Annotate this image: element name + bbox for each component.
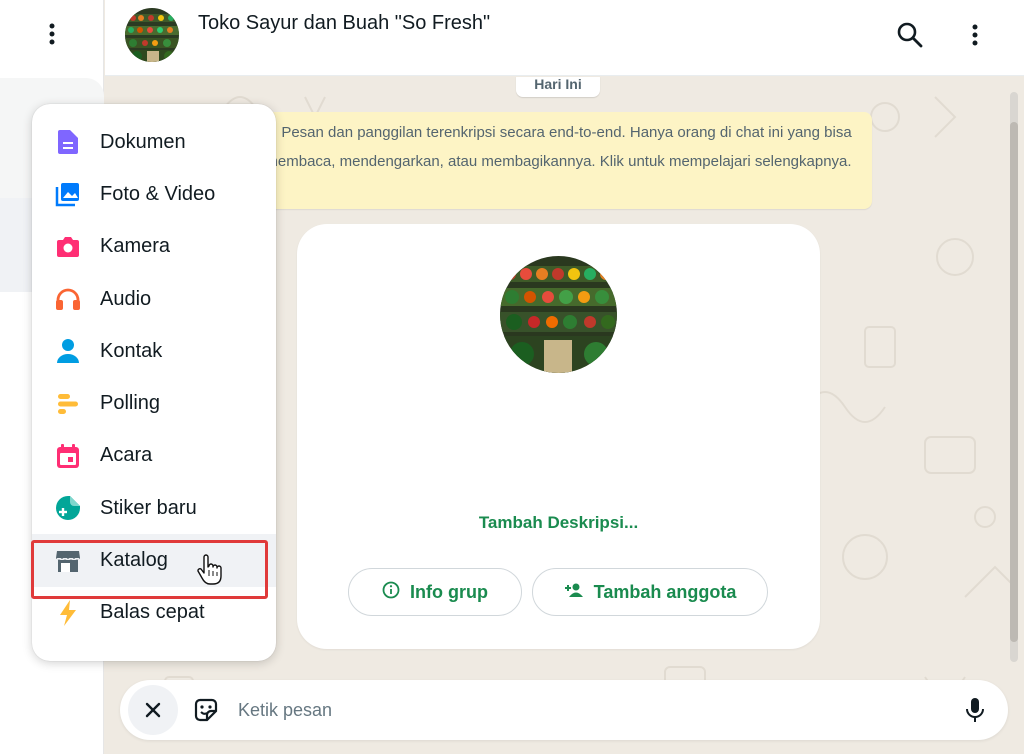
add-member-button[interactable]: Tambah anggota [532,568,768,616]
add-person-icon [564,582,584,603]
group-info-card: Tambah Deskripsi... Info grup Tambah ang… [297,224,820,649]
microphone-icon[interactable] [960,695,990,725]
menu-item-stiker-baru[interactable]: Stiker baru [32,482,276,534]
date-chip: Hari Ini [516,77,600,97]
document-icon [54,128,82,156]
scrollbar-thumb[interactable] [1010,122,1018,642]
menu-item-audio[interactable]: Audio [32,273,276,325]
message-input[interactable] [238,688,938,732]
menu-item-dokumen[interactable]: Dokumen [32,116,276,168]
menu-item-label: Stiker baru [100,496,197,519]
menu-item-label: Acara [100,444,153,467]
headphones-icon [54,285,82,313]
chat-header: Toko Sayur dan Buah "So Fresh" [105,0,1024,76]
lightning-icon [54,599,82,627]
menu-item-acara[interactable]: Acara [32,430,276,482]
group-info-button[interactable]: Info grup [348,568,522,616]
camera-icon [54,233,82,261]
menu-item-label: Foto & Video [100,182,216,205]
close-attach-button[interactable] [128,685,178,735]
chat-menu-icon[interactable] [963,22,987,48]
group-avatar[interactable] [125,8,179,62]
chat-title[interactable]: Toko Sayur dan Buah "So Fresh" [198,12,490,35]
group-photo[interactable] [500,256,617,373]
menu-item-label: Dokumen [100,130,186,153]
add-member-label: Tambah anggota [593,581,737,602]
menu-item-label: Polling [100,392,161,415]
poll-icon [54,390,82,418]
search-icon[interactable] [895,20,925,50]
menu-item-foto-video[interactable]: Foto & Video [32,168,276,220]
chat-scrollbar[interactable] [1010,92,1018,662]
menu-item-polling[interactable]: Polling [32,377,276,429]
more-options-icon[interactable] [40,22,64,46]
menu-item-label: Kontak [100,339,163,362]
menu-item-label: Kamera [100,235,171,258]
hand-cursor-icon [196,554,222,586]
sticker-icon[interactable] [192,696,220,724]
contact-icon [54,337,82,365]
info-icon [382,581,400,604]
add-description-link[interactable]: Tambah Deskripsi... [297,513,820,533]
new-sticker-icon [54,494,82,522]
group-info-label: Info grup [410,581,488,602]
highlight-annotation [31,540,268,599]
menu-item-kontak[interactable]: Kontak [32,325,276,377]
encryption-notice[interactable]: Pesan dan panggilan terenkripsi secara e… [245,112,872,209]
encryption-notice-text: Pesan dan panggilan terenkripsi secara e… [265,124,852,170]
message-composer [120,680,1008,740]
calendar-icon [54,442,82,470]
menu-item-label: Audio [100,287,152,310]
menu-item-kamera[interactable]: Kamera [32,221,276,273]
menu-item-label: Balas cepat [100,601,205,624]
close-icon [145,702,161,718]
gallery-icon [54,180,82,208]
